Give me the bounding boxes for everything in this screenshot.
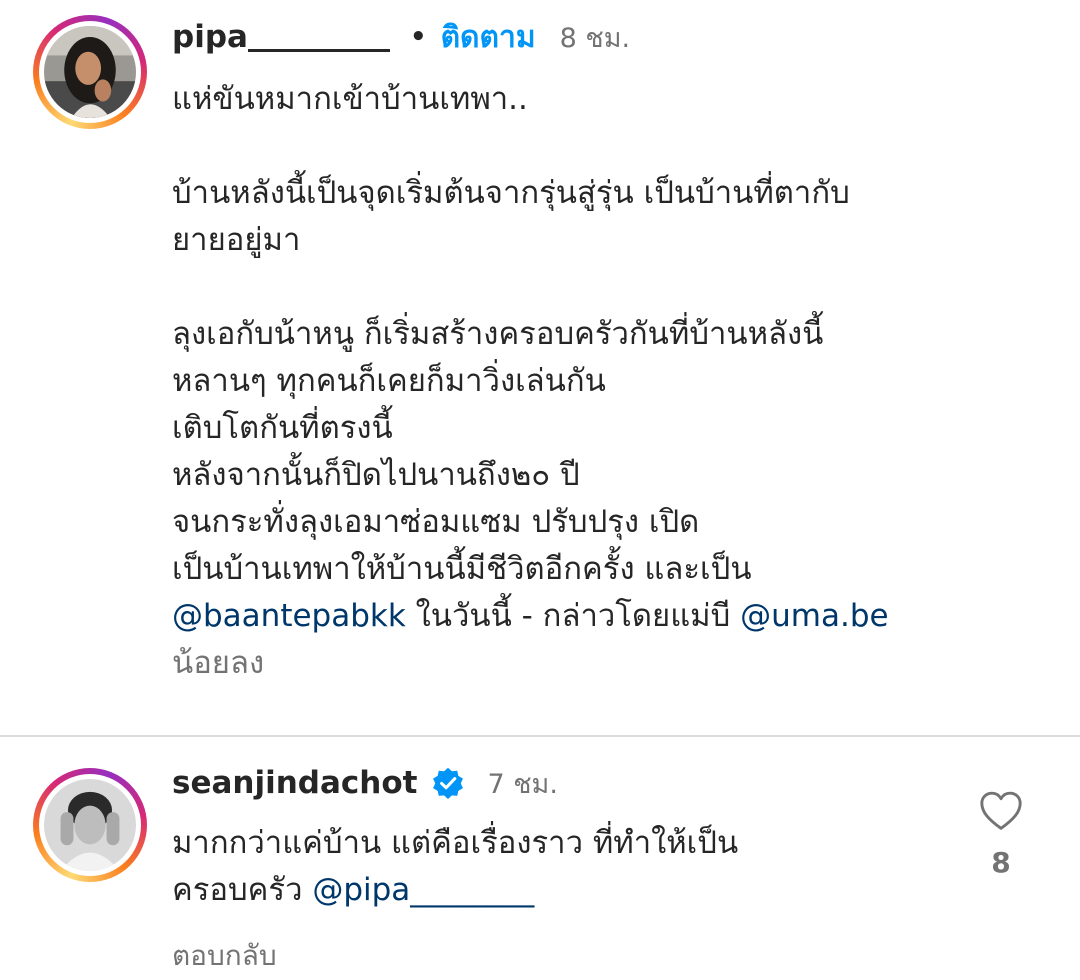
- mention-baantepabkk[interactable]: @baantepabkk: [172, 598, 406, 634]
- comment1-header: pipa • ติดตาม 8 ชม.: [172, 14, 630, 60]
- reply-button[interactable]: ตอบกลับ: [172, 934, 277, 978]
- comment1-line: [172, 264, 889, 311]
- comment2-header: seanjindachot 7 ชม.: [172, 760, 558, 806]
- comment2-line-2: ครอบครัว @pipa________: [172, 867, 738, 914]
- comments-panel: pipa • ติดตาม 8 ชม. แห่ขันหมากเข้าบ้านเท…: [0, 0, 1080, 980]
- comment2-timestamp: 7 ชม.: [487, 768, 558, 800]
- like-count: 8: [991, 846, 1011, 879]
- comment1-timestamp: 8 ชม.: [559, 22, 631, 54]
- avatar-pipa-photo: [44, 26, 136, 118]
- comment1-line: หลานๆ ทุกคนก็เคยก็มาวิ่งเล่นกัน: [172, 363, 606, 399]
- username-underline: [247, 48, 390, 52]
- avatar-seanjindachot-photo: [44, 779, 136, 871]
- show-less-button[interactable]: น้อยลง: [172, 640, 889, 687]
- verified-badge-icon: [431, 766, 465, 800]
- mention-pipa[interactable]: @pipa________: [312, 872, 534, 908]
- avatar-seanjindachot[interactable]: [33, 768, 147, 882]
- comment1-line: [172, 123, 889, 170]
- comment1-line-middle: ในวันนี้ - กล่าวโดยแม่บี: [405, 598, 741, 634]
- heart-outline-icon[interactable]: [979, 790, 1023, 832]
- comment1-line: แห่ขันหมากเข้าบ้านเทพา..: [172, 81, 528, 117]
- comment1-username[interactable]: pipa: [172, 19, 248, 55]
- comment1-line: หลังจากนั้นก็ปิดไปนานถึง๒๐ ปี: [172, 457, 580, 493]
- comment1-body: แห่ขันหมากเข้าบ้านเทพา.. บ้านหลังนี้เป็น…: [172, 76, 889, 687]
- comment-divider: [0, 735, 1080, 737]
- comment1-line: ยายอยู่มา: [172, 222, 301, 258]
- comment1-last-line: @baantepabkk ในวันนี้ - กล่าวโดยแม่บี @u…: [172, 593, 889, 640]
- comment2-line-prefix: ครอบครัว: [172, 872, 313, 908]
- comment1-line: จนกระทั่งลุงเอมาซ่อมแซม ปรับปรุง เปิด: [172, 504, 700, 540]
- comment1-line: ลุงเอกับน้าหนู ก็เริ่มสร้างครอบครัวกันที…: [172, 316, 824, 352]
- comment1-line: เติบโตกันที่ตรงนี้: [172, 410, 393, 446]
- follow-button[interactable]: ติดตาม: [441, 14, 536, 61]
- separator-dot: •: [409, 22, 427, 52]
- comment1-line: บ้านหลังนี้เป็นจุดเริ่มต้นจากรุ่นสู่รุ่น…: [172, 175, 850, 211]
- mention-uma-be[interactable]: @uma.be: [740, 598, 888, 634]
- comment1-line: เป็นบ้านเทพาให้บ้านนี้มีชีวิตอีกครั้ง แล…: [172, 551, 752, 587]
- like-control: 8: [976, 790, 1026, 879]
- comment2-body: มากกว่าแค่บ้าน แต่คือเรื่องราว ที่ทำให้เ…: [172, 820, 738, 914]
- comment2-line: มากกว่าแค่บ้าน แต่คือเรื่องราว ที่ทำให้เ…: [172, 825, 739, 861]
- avatar-pipa[interactable]: [33, 15, 147, 129]
- comment2-username[interactable]: seanjindachot: [172, 765, 417, 801]
